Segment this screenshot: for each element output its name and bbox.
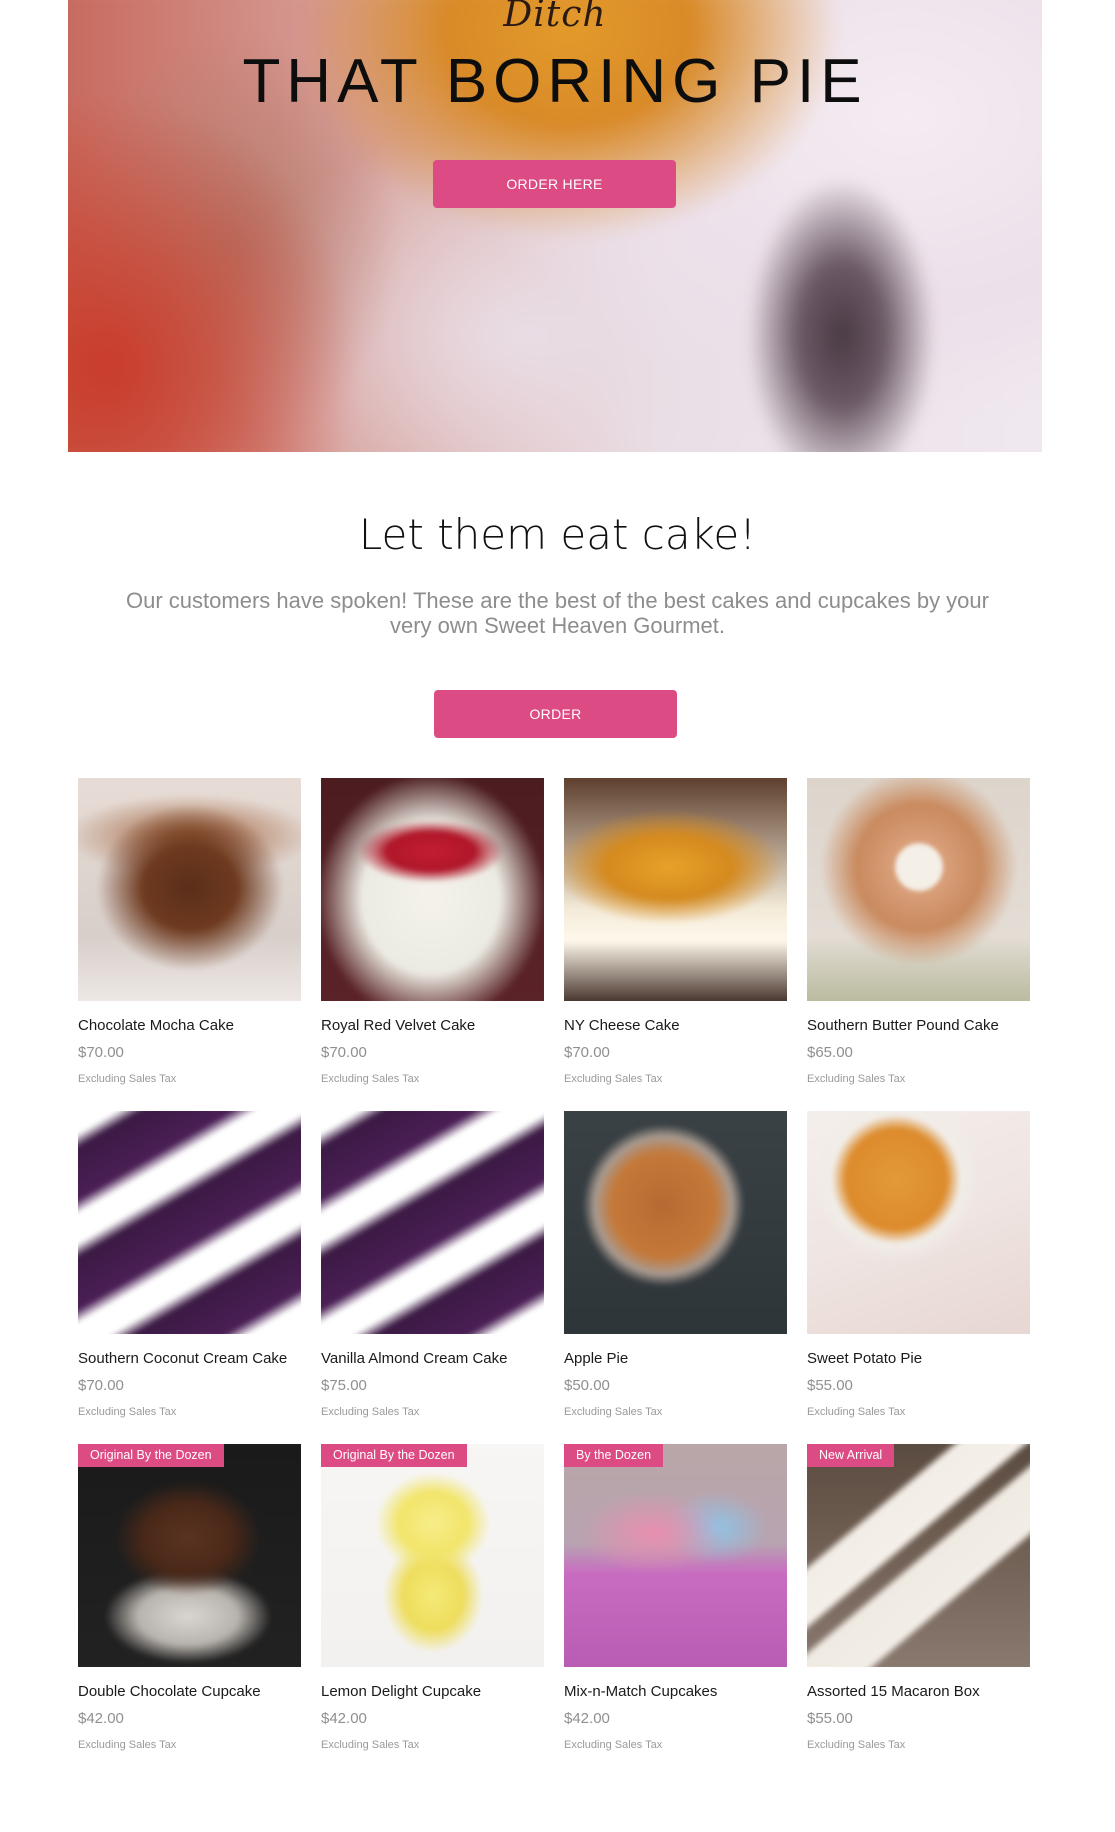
- tax-note: Excluding Sales Tax: [321, 1406, 420, 1418]
- tax-note: Excluding Sales Tax: [807, 1406, 906, 1418]
- product-card[interactable]: New Arrival Assorted 15 Macaron Box $55.…: [807, 1444, 1030, 1777]
- tax-note: Excluding Sales Tax: [564, 1406, 663, 1418]
- product-card[interactable]: Sweet Potato Pie $55.00 Excluding Sales …: [807, 1111, 1030, 1444]
- tax-note: Excluding Sales Tax: [564, 1739, 663, 1751]
- order-button[interactable]: ORDER: [434, 690, 677, 738]
- product-card[interactable]: Apple Pie $50.00 Excluding Sales Tax: [564, 1111, 787, 1444]
- product-image[interactable]: Original By the Dozen: [78, 1444, 301, 1667]
- product-card[interactable]: By the Dozen Mix-n-Match Cupcakes $42.00…: [564, 1444, 787, 1777]
- product-card[interactable]: Vanilla Almond Cream Cake $75.00 Excludi…: [321, 1111, 544, 1444]
- product-image[interactable]: [564, 1111, 787, 1334]
- product-image[interactable]: [321, 778, 544, 1001]
- tax-note: Excluding Sales Tax: [807, 1739, 906, 1751]
- tax-note: Excluding Sales Tax: [564, 1073, 663, 1085]
- product-name[interactable]: Chocolate Mocha Cake: [78, 1017, 301, 1035]
- product-card[interactable]: Original By the Dozen Lemon Delight Cupc…: [321, 1444, 544, 1777]
- section-subtext: Our customers have spoken! These are the…: [126, 588, 989, 638]
- tax-note: Excluding Sales Tax: [78, 1073, 177, 1085]
- product-price: $70.00: [321, 1044, 367, 1061]
- product-image[interactable]: [807, 778, 1030, 1001]
- product-price: $42.00: [564, 1710, 610, 1727]
- order-here-button[interactable]: ORDER HERE: [433, 160, 676, 208]
- product-name[interactable]: Apple Pie: [564, 1350, 787, 1368]
- product-image[interactable]: [564, 778, 787, 1001]
- product-name[interactable]: Double Chocolate Cupcake: [78, 1683, 301, 1701]
- product-card[interactable]: Southern Coconut Cream Cake $70.00 Exclu…: [78, 1111, 301, 1444]
- product-price: $50.00: [564, 1377, 610, 1394]
- product-card[interactable]: Original By the Dozen Double Chocolate C…: [78, 1444, 301, 1777]
- product-image[interactable]: Original By the Dozen: [321, 1444, 544, 1667]
- product-price: $70.00: [78, 1377, 124, 1394]
- product-price: $42.00: [78, 1710, 124, 1727]
- tax-note: Excluding Sales Tax: [321, 1073, 420, 1085]
- tax-note: Excluding Sales Tax: [807, 1073, 906, 1085]
- product-card[interactable]: Royal Red Velvet Cake $70.00 Excluding S…: [321, 778, 544, 1111]
- product-image[interactable]: [807, 1111, 1030, 1334]
- product-name[interactable]: Lemon Delight Cupcake: [321, 1683, 544, 1701]
- product-image[interactable]: New Arrival: [807, 1444, 1030, 1667]
- product-price: $65.00: [807, 1044, 853, 1061]
- product-name[interactable]: Sweet Potato Pie: [807, 1350, 1030, 1368]
- product-price: $75.00: [321, 1377, 367, 1394]
- product-ribbon: New Arrival: [807, 1444, 895, 1467]
- product-name[interactable]: Vanilla Almond Cream Cake: [321, 1350, 544, 1368]
- product-price: $55.00: [807, 1377, 853, 1394]
- product-grid: Chocolate Mocha Cake $70.00 Excluding Sa…: [78, 778, 1031, 1777]
- product-image[interactable]: [78, 1111, 301, 1334]
- hero-banner: Ditch THAT BORING PIE ORDER HERE: [68, 0, 1042, 452]
- section-headline: Let them eat cake!: [358, 510, 757, 559]
- product-ribbon: Original By the Dozen: [321, 1444, 467, 1467]
- tax-note: Excluding Sales Tax: [78, 1406, 177, 1418]
- tax-note: Excluding Sales Tax: [321, 1739, 420, 1751]
- hero-kicker: Ditch: [503, 0, 607, 35]
- product-price: $42.00: [321, 1710, 367, 1727]
- product-ribbon: Original By the Dozen: [78, 1444, 224, 1467]
- product-name[interactable]: Mix-n-Match Cupcakes: [564, 1683, 787, 1701]
- tax-note: Excluding Sales Tax: [78, 1739, 177, 1751]
- product-price: $55.00: [807, 1710, 853, 1727]
- product-price: $70.00: [564, 1044, 610, 1061]
- product-name[interactable]: Assorted 15 Macaron Box: [807, 1683, 1030, 1701]
- product-card[interactable]: Southern Butter Pound Cake $65.00 Exclud…: [807, 778, 1030, 1111]
- product-image[interactable]: By the Dozen: [564, 1444, 787, 1667]
- product-price: $70.00: [78, 1044, 124, 1061]
- product-card[interactable]: Chocolate Mocha Cake $70.00 Excluding Sa…: [78, 778, 301, 1111]
- product-name[interactable]: NY Cheese Cake: [564, 1017, 787, 1035]
- hero-title: THAT BORING PIE: [242, 47, 868, 116]
- product-ribbon: By the Dozen: [564, 1444, 664, 1467]
- product-name[interactable]: Southern Butter Pound Cake: [807, 1017, 1030, 1035]
- product-name[interactable]: Royal Red Velvet Cake: [321, 1017, 544, 1035]
- product-name[interactable]: Southern Coconut Cream Cake: [78, 1350, 301, 1368]
- product-image[interactable]: [78, 778, 301, 1001]
- product-image[interactable]: [321, 1111, 544, 1334]
- product-card[interactable]: NY Cheese Cake $70.00 Excluding Sales Ta…: [564, 778, 787, 1111]
